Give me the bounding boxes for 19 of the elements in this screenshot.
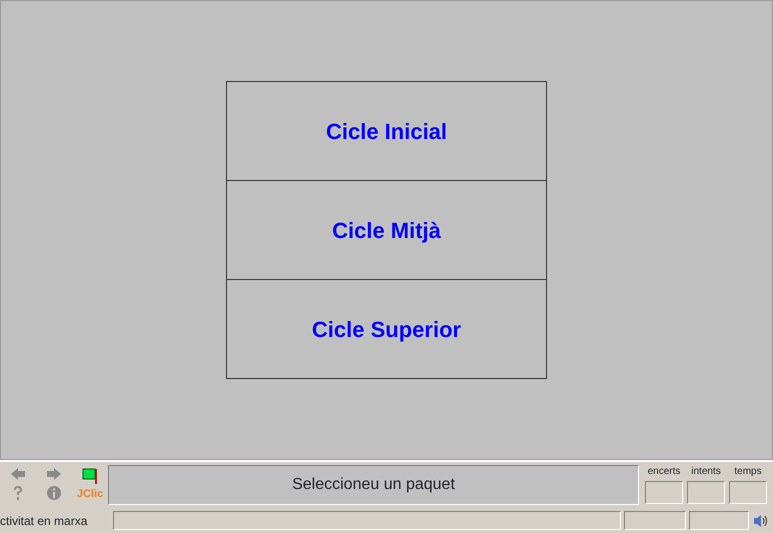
counter-field <box>729 481 767 504</box>
status-field <box>689 511 749 530</box>
flag-icon[interactable] <box>82 468 98 484</box>
menu-option[interactable]: Cicle Mitjà <box>226 180 547 280</box>
status-message: Seleccioneu un paquet <box>292 475 455 495</box>
counter-field <box>687 481 725 504</box>
status-text: ctivitat en marxa <box>0 512 88 530</box>
counter-label: temps <box>734 466 762 478</box>
forward-arrow-icon[interactable] <box>47 468 61 480</box>
counter-label: intents <box>691 466 721 478</box>
help-icon[interactable] <box>13 486 23 501</box>
speaker-icon[interactable] <box>752 512 768 528</box>
menu-option[interactable]: Cicle Inicial <box>226 81 547 181</box>
back-arrow-icon[interactable] <box>11 468 25 480</box>
status-field <box>624 511 686 530</box>
info-icon[interactable] <box>47 486 61 500</box>
counter-field <box>645 481 683 504</box>
counter-label: encerts <box>648 466 680 478</box>
menu-option[interactable]: Cicle Superior <box>226 279 547 379</box>
